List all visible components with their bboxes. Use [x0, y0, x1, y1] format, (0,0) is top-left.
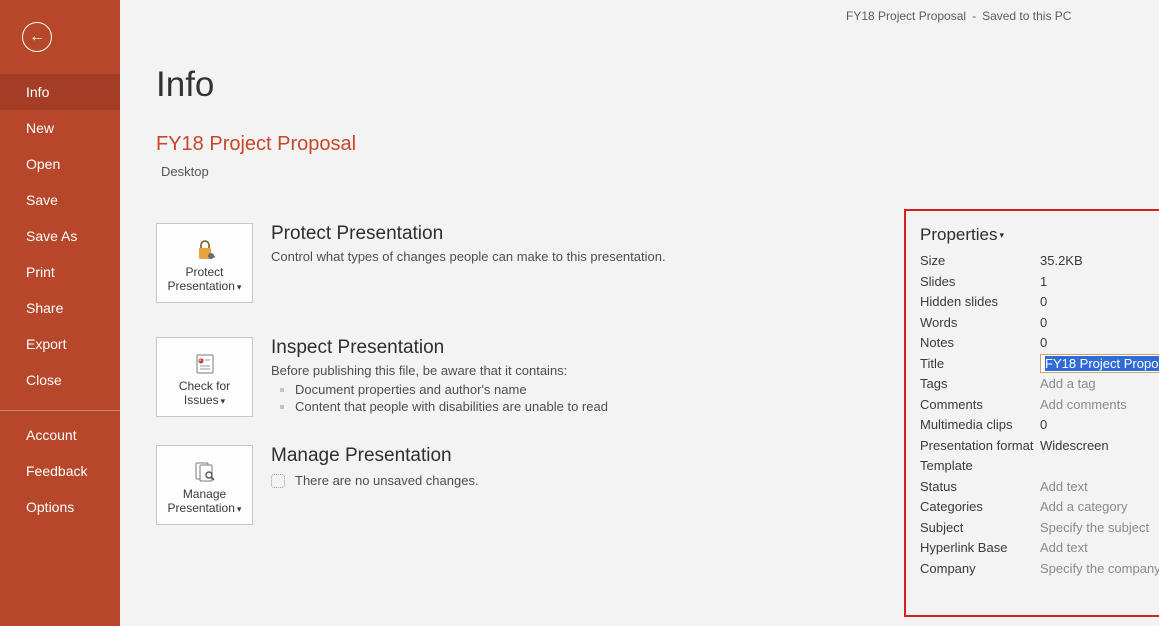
title-text-selected: FY18 Project Proposal: [1045, 356, 1159, 371]
prop-label-clips: Multimedia clips: [920, 417, 1040, 432]
back-button[interactable]: ←: [22, 22, 52, 52]
sidebar-label: Open: [26, 156, 60, 172]
window-titlebar: FY18 Project Proposal - Saved to this PC: [120, 0, 1159, 32]
sidebar-label: New: [26, 120, 54, 136]
prop-label-categories: Categories: [920, 499, 1040, 514]
inspect-desc: Before publishing this file, be aware th…: [271, 363, 608, 378]
manage-heading: Manage Presentation: [271, 445, 479, 467]
prop-label-words: Words: [920, 315, 1040, 330]
sidebar-label: Export: [26, 336, 66, 352]
tile-text: Manage: [183, 487, 226, 501]
prop-label-status: Status: [920, 479, 1040, 494]
tile-text: Issues: [184, 393, 219, 407]
prop-label-title: Title: [920, 356, 1040, 371]
prop-label-comments: Comments: [920, 397, 1040, 412]
sidebar-item-options[interactable]: Options: [0, 489, 120, 525]
chevron-down-icon: ▾: [999, 230, 1004, 240]
prop-value-slides: 1: [1040, 274, 1159, 289]
prop-value-title[interactable]: FY18 Project Proposal: [1040, 356, 1159, 371]
back-arrow-icon: ←: [29, 28, 45, 46]
prop-value-company[interactable]: Specify the company: [1040, 561, 1159, 576]
sidebar-divider: [0, 410, 120, 411]
document-icon: [271, 474, 285, 488]
document-location: Desktop: [161, 164, 1123, 179]
inspect-heading: Inspect Presentation: [271, 337, 608, 359]
prop-value-hidden: 0: [1040, 294, 1159, 309]
manage-desc: There are no unsaved changes.: [295, 473, 479, 488]
prop-label-hyperlink: Hyperlink Base: [920, 540, 1040, 555]
prop-value-words: 0: [1040, 315, 1159, 330]
sidebar-item-new[interactable]: New: [0, 110, 120, 146]
sidebar-item-info[interactable]: Info: [0, 74, 120, 110]
backstage-main: FY18 Project Proposal - Saved to this PC…: [120, 0, 1159, 626]
sidebar-label: Feedback: [26, 463, 87, 479]
properties-dropdown[interactable]: Properties▾: [920, 225, 1159, 245]
checklist-icon: [193, 350, 217, 378]
tile-text: Check for: [179, 379, 230, 393]
properties-panel: Properties▾ Size 35.2KB Slides 1 Hidden …: [906, 211, 1159, 615]
check-for-issues-tile[interactable]: Check for Issues▾: [156, 337, 253, 417]
page-title: Info: [156, 65, 1123, 105]
sidebar-item-close[interactable]: Close: [0, 362, 120, 398]
sidebar-label: Print: [26, 264, 55, 280]
sidebar-label: Info: [26, 84, 49, 100]
sidebar-label: Account: [26, 427, 77, 443]
sidebar-item-saveas[interactable]: Save As: [0, 218, 120, 254]
prop-value-clips: 0: [1040, 417, 1159, 432]
sidebar-item-account[interactable]: Account: [0, 417, 120, 453]
sidebar-label: Save As: [26, 228, 77, 244]
prop-value-notes: 0: [1040, 335, 1159, 350]
sidebar-label: Options: [26, 499, 74, 515]
prop-label-size: Size: [920, 253, 1040, 268]
prop-value-tags[interactable]: Add a tag: [1040, 376, 1159, 391]
prop-value-comments[interactable]: Add comments: [1040, 397, 1159, 412]
prop-value-status[interactable]: Add text: [1040, 479, 1159, 494]
sidebar-item-save[interactable]: Save: [0, 182, 120, 218]
prop-label-company: Company: [920, 561, 1040, 576]
inspect-bullet: Content that people with disabilities ar…: [295, 399, 608, 414]
tile-text: Presentation: [168, 279, 235, 293]
prop-label-tags: Tags: [920, 376, 1040, 391]
sidebar-label: Close: [26, 372, 62, 388]
tile-text: Presentation: [168, 501, 235, 515]
prop-label-format: Presentation format: [920, 438, 1040, 453]
protect-section-text: Protect Presentation Control what types …: [271, 223, 666, 264]
chevron-down-icon: ▾: [237, 282, 242, 292]
backstage-sidebar: ← Info New Open Save Save As Print Share…: [0, 0, 120, 626]
titlebar-docname: FY18 Project Proposal: [846, 9, 966, 23]
prop-value-hyperlink[interactable]: Add text: [1040, 540, 1159, 555]
sidebar-item-open[interactable]: Open: [0, 146, 120, 182]
protect-heading: Protect Presentation: [271, 223, 666, 245]
prop-value-size: 35.2KB: [1040, 253, 1159, 268]
sidebar-label: Save: [26, 192, 58, 208]
prop-value-categories[interactable]: Add a category: [1040, 499, 1159, 514]
chevron-down-icon: ▾: [237, 504, 242, 514]
inspect-bullet: Document properties and author's name: [295, 382, 608, 397]
prop-label-slides: Slides: [920, 274, 1040, 289]
manage-section-text: Manage Presentation There are no unsaved…: [271, 445, 479, 488]
prop-value-subject[interactable]: Specify the subject: [1040, 520, 1159, 535]
prop-label-subject: Subject: [920, 520, 1040, 535]
properties-heading-label: Properties: [920, 225, 997, 244]
manage-presentation-tile[interactable]: Manage Presentation▾: [156, 445, 253, 525]
chevron-down-icon: ▾: [221, 396, 226, 406]
prop-label-template: Template: [920, 458, 1040, 473]
lock-icon: [192, 236, 218, 264]
protect-presentation-tile[interactable]: Protect Presentation▾: [156, 223, 253, 303]
sidebar-item-print[interactable]: Print: [0, 254, 120, 290]
sidebar-item-feedback[interactable]: Feedback: [0, 453, 120, 489]
prop-label-notes: Notes: [920, 335, 1040, 350]
prop-value-format: Widescreen: [1040, 438, 1159, 453]
document-title: FY18 Project Proposal: [156, 133, 1123, 156]
sidebar-item-share[interactable]: Share: [0, 290, 120, 326]
inspect-section-text: Inspect Presentation Before publishing t…: [271, 337, 608, 416]
sidebar-label: Share: [26, 300, 63, 316]
sidebar-item-export[interactable]: Export: [0, 326, 120, 362]
titlebar-separator: -: [972, 9, 976, 23]
protect-desc: Control what types of changes people can…: [271, 249, 666, 264]
titlebar-status: Saved to this PC: [982, 9, 1071, 23]
document-search-icon: [192, 458, 218, 486]
prop-label-hidden: Hidden slides: [920, 294, 1040, 309]
tile-text: Protect: [185, 265, 223, 279]
